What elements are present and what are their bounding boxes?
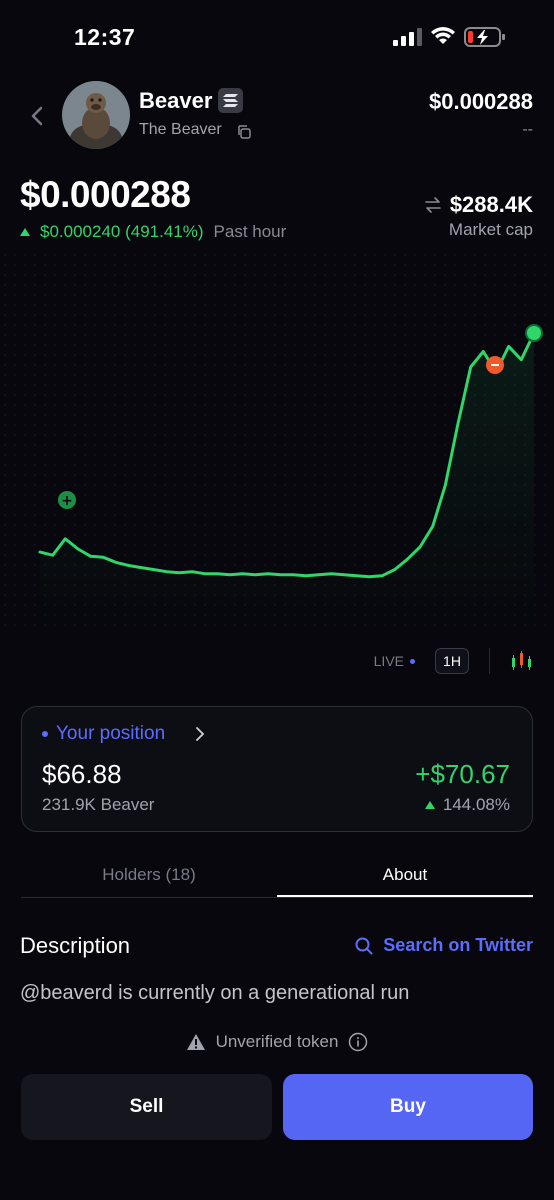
position-pnl: +$70.67	[415, 759, 510, 789]
search-twitter-link[interactable]: Search on Twitter	[355, 935, 533, 956]
up-arrow-icon	[424, 801, 435, 809]
sell-marker	[486, 356, 504, 374]
swap-icon	[425, 197, 441, 213]
position-title-row: Your position	[42, 723, 165, 745]
position-pnl-percent-row: 144.08%	[424, 795, 510, 815]
description-text: @beaverd is currently on a generational …	[20, 982, 410, 1004]
description-heading: Description	[20, 933, 131, 958]
up-arrow-icon	[20, 228, 30, 236]
price-chart[interactable]: +	[0, 250, 554, 630]
sell-button[interactable]: Sell	[21, 1074, 272, 1140]
unverified-label: Unverified token	[215, 1032, 339, 1051]
tab-about[interactable]: About	[277, 852, 533, 897]
battery-charging-icon	[464, 27, 505, 47]
change-period: Past hour	[213, 222, 287, 241]
position-value: $66.88	[42, 759, 122, 789]
token-full-name: The Beaver	[139, 121, 222, 138]
chevron-right-icon	[196, 727, 205, 741]
market-cap-value-row[interactable]: $288.4K	[424, 192, 533, 218]
live-dot	[410, 658, 415, 664]
price-change-row: $0.000240 (491.41%) Past hour	[20, 222, 286, 242]
info-icon[interactable]	[348, 1032, 368, 1052]
chart-controls: LIVE 1H	[374, 648, 534, 674]
token-avatar	[62, 81, 130, 149]
divider	[489, 648, 490, 674]
beaver-avatar-image	[62, 81, 130, 149]
chevron-left-icon	[31, 106, 43, 126]
wifi-icon	[431, 27, 455, 44]
tab-holders[interactable]: Holders (18)	[21, 852, 277, 897]
token-name: Beaver	[139, 88, 213, 113]
back-button[interactable]	[22, 98, 52, 134]
buy-button[interactable]: Buy	[283, 1074, 533, 1140]
live-indicator: LIVE	[374, 653, 415, 669]
timeframe-button[interactable]: 1H	[435, 648, 469, 674]
current-price-point	[525, 324, 543, 342]
status-bar: 12:37	[0, 0, 554, 70]
status-time: 12:37	[74, 24, 136, 50]
solana-chain-icon	[218, 88, 243, 113]
tab-bar: Holders (18) About	[21, 852, 533, 898]
unverified-notice: Unverified token	[0, 1032, 554, 1052]
position-pnl-percent: 144.08%	[442, 795, 510, 814]
copy-icon[interactable]	[236, 124, 252, 140]
buy-marker: +	[58, 491, 76, 509]
candlestick-chart-icon[interactable]	[510, 650, 534, 672]
search-twitter-label: Search on Twitter	[383, 935, 533, 955]
live-label: LIVE	[373, 653, 404, 669]
price-change: $0.000240 (491.41%)	[40, 222, 204, 241]
position-card[interactable]: Your position $66.88 231.9K Beaver +$70.…	[21, 706, 533, 832]
position-dot	[42, 731, 48, 737]
cellular-signal-icon	[393, 28, 422, 46]
warning-icon	[186, 1034, 205, 1050]
market-cap-label: Market cap	[448, 220, 533, 239]
position-title: Your position	[56, 723, 166, 744]
market-cap-value: $288.4K	[449, 192, 533, 217]
header-change: --	[522, 121, 533, 138]
search-icon	[355, 937, 373, 954]
header-price: $0.000288	[429, 89, 533, 114]
svg-text:+: +	[61, 493, 73, 509]
current-price: $0.000288	[20, 174, 191, 215]
position-quantity: 231.9K Beaver	[42, 795, 155, 814]
